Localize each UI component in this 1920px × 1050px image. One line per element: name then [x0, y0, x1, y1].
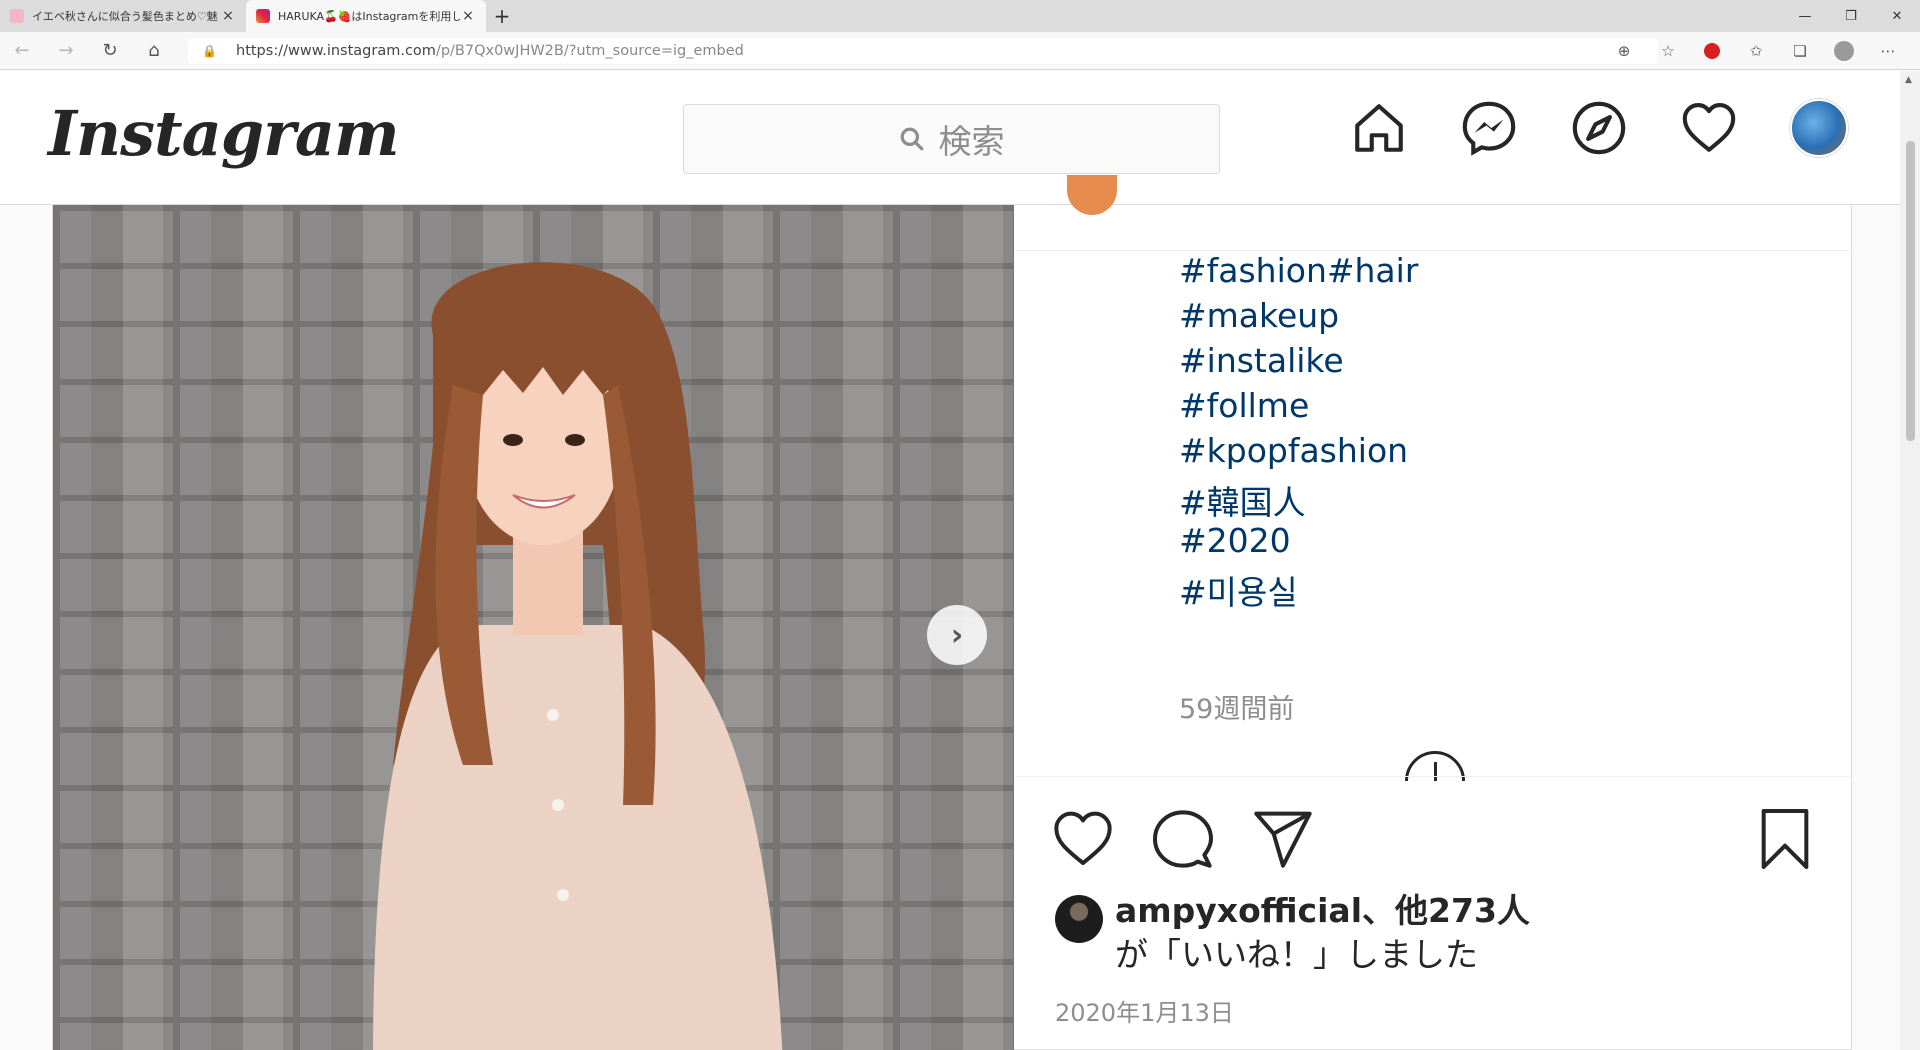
back-button[interactable]: ← — [0, 32, 44, 70]
like-icon[interactable] — [1051, 807, 1115, 871]
search-placeholder: 検索 — [938, 122, 1005, 161]
hashtag-link[interactable]: #makeup — [1179, 296, 1339, 335]
instagram-logo[interactable]: Instagram — [48, 97, 400, 170]
post-photo-subject — [373, 262, 783, 1050]
messenger-icon[interactable] — [1460, 99, 1518, 157]
post-side-panel: #fashion#hair #makeup #instalike #follme… — [1015, 175, 1853, 1050]
new-tab-button[interactable]: + — [486, 0, 518, 32]
tab-favicon — [10, 9, 24, 23]
post-date[interactable]: 2020年1月13日 — [1055, 993, 1234, 1028]
close-window-button[interactable]: ✕ — [1874, 0, 1920, 32]
likes-summary: ampyxofficial、他273人 が「いいね！」しました — [1115, 889, 1530, 977]
browser-tab-2[interactable]: HARUKA🍒🍓はInstagramを利用し × — [246, 0, 486, 32]
tab-close-button[interactable]: × — [220, 8, 236, 24]
post-author-header — [1015, 175, 1853, 251]
tab-title: HARUKA🍒🍓はInstagramを利用し — [278, 10, 460, 23]
instagram-header: Instagram 検索 — [0, 71, 1900, 205]
forward-button[interactable]: → — [44, 32, 88, 70]
window-controls: — ❐ ✕ — [1782, 0, 1920, 32]
caption-time-ago: 59週間前 — [1179, 694, 1295, 725]
hashtag-link[interactable]: #2020 — [1179, 521, 1291, 560]
maximize-button[interactable]: ❐ — [1828, 0, 1874, 32]
page-scrollbar[interactable]: ▲ — [1900, 71, 1920, 1050]
likes-suffix: が「いいね！」しました — [1115, 935, 1478, 974]
add-favorite-icon[interactable]: ☆ — [1654, 40, 1682, 62]
liker-avatar[interactable] — [1055, 895, 1103, 943]
hashtag-link[interactable]: #follme — [1179, 386, 1309, 425]
favorites-icon[interactable]: ✩ — [1742, 40, 1770, 62]
home-button[interactable]: ⌂ — [132, 32, 176, 70]
url-path: /p/B7Qx0wJHW2B/?utm_source=ig_embed — [435, 43, 744, 59]
post-actions: ampyxofficial、他273人 が「いいね！」しました 2020年1月1… — [1015, 776, 1853, 1050]
instagram-favicon-icon — [256, 9, 270, 23]
hashtag-link[interactable]: #instalike — [1179, 341, 1344, 380]
lock-icon[interactable]: 🔒 — [202, 44, 218, 58]
browser-tab-bar: イエベ秋さんに似合う髪色まとめ♡魅 × HARUKA🍒🍓はInstagramを利… — [0, 0, 1920, 32]
likes-count[interactable]: 、他273人 — [1362, 891, 1530, 930]
search-input[interactable]: 検索 — [683, 104, 1220, 174]
url-host: https://www.instagram.com — [236, 43, 436, 59]
tab-title: イエベ秋さんに似合う髪色まとめ♡魅 — [32, 10, 218, 23]
profile-icon[interactable] — [1830, 40, 1858, 62]
home-icon[interactable] — [1350, 99, 1408, 157]
post-photo[interactable]: › — [53, 205, 1014, 1050]
zoom-icon[interactable]: ⊕ — [1610, 40, 1638, 62]
share-icon[interactable] — [1251, 807, 1315, 871]
hashtag-link[interactable]: #fashion#hair — [1179, 251, 1418, 290]
hashtag-link[interactable]: #韓国人 — [1179, 476, 1306, 524]
hashtag-link[interactable]: #미용실 — [1179, 566, 1298, 614]
profile-avatar[interactable] — [1790, 99, 1848, 157]
liker-username[interactable]: ampyxofficial — [1115, 891, 1362, 930]
browser-tab-1[interactable]: イエベ秋さんに似合う髪色まとめ♡魅 × — [0, 0, 246, 32]
toolbar-icons: ⊕ ☆ ✩ ❏ ⋯ — [1610, 40, 1902, 62]
address-bar[interactable]: 🔒 https://www.instagram.com/p/B7Qx0wJHW2… — [188, 38, 1658, 64]
tab-close-button[interactable]: × — [460, 8, 476, 24]
activity-heart-icon[interactable] — [1680, 99, 1738, 157]
explore-icon[interactable] — [1570, 99, 1628, 157]
author-avatar[interactable] — [1067, 175, 1117, 215]
url-text: https://www.instagram.com/p/B7Qx0wJHW2B/… — [236, 43, 744, 59]
caption-area: #fashion#hair #makeup #instalike #follme… — [1015, 251, 1853, 781]
hashtag-link[interactable]: #kpopfashion — [1179, 431, 1408, 470]
instagram-nav — [1350, 99, 1848, 157]
next-photo-button[interactable]: › — [927, 605, 987, 665]
comment-icon[interactable] — [1151, 807, 1215, 871]
post-container: › #fashion#hair #makeup #instalike #foll… — [52, 175, 1853, 1050]
reload-button[interactable]: ↻ — [88, 32, 132, 70]
more-icon[interactable]: ⋯ — [1874, 40, 1902, 62]
extension-icon[interactable] — [1698, 40, 1726, 62]
scroll-up-icon[interactable]: ▲ — [1905, 75, 1912, 85]
browser-toolbar: ← → ↻ ⌂ 🔒 https://www.instagram.com/p/B7… — [0, 32, 1920, 70]
collections-icon[interactable]: ❏ — [1786, 40, 1814, 62]
search-icon — [900, 127, 923, 151]
bookmark-icon[interactable] — [1753, 807, 1817, 871]
scrollbar-thumb[interactable] — [1906, 141, 1915, 441]
minimize-button[interactable]: — — [1782, 0, 1828, 32]
